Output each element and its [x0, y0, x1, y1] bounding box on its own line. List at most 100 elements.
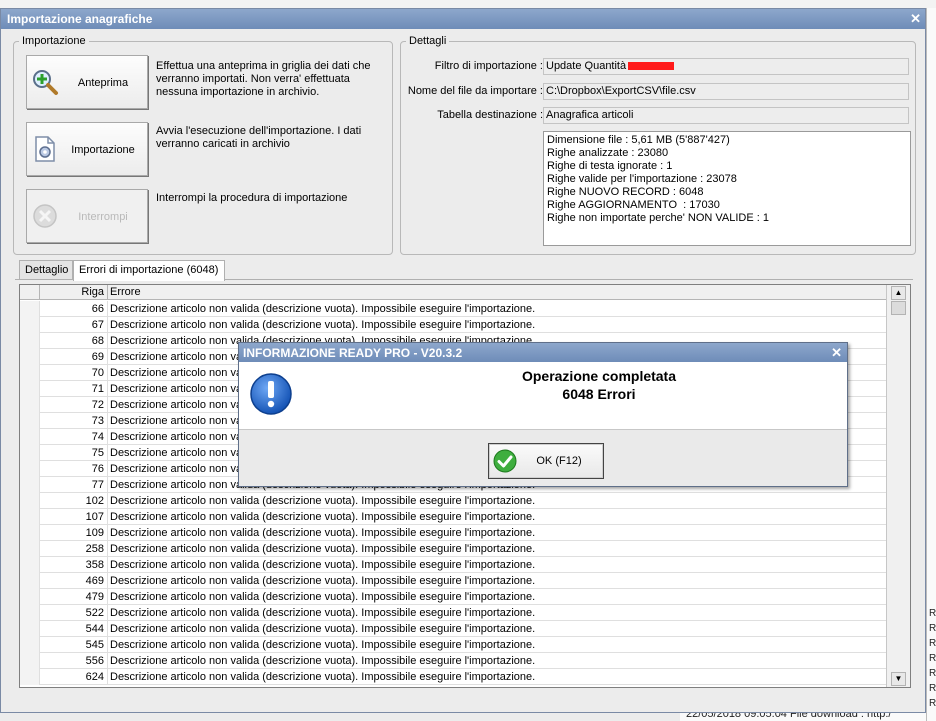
- background-tick: R: [929, 683, 936, 694]
- cell-riga: 624: [40, 669, 108, 685]
- row-selector[interactable]: [20, 525, 40, 541]
- window-close-icon[interactable]: ✕: [910, 11, 921, 27]
- row-selector[interactable]: [20, 445, 40, 461]
- table-row[interactable]: 624 Descrizione articolo non valida (desc…: [20, 669, 886, 685]
- cell-riga: 76: [40, 461, 108, 477]
- table-row[interactable]: 258 Descrizione articolo non valida (desc…: [20, 541, 886, 557]
- ok-label: OK (F12): [536, 455, 582, 467]
- background-tick: R: [929, 698, 936, 709]
- table-row[interactable]: 109 Descrizione articolo non valida (desc…: [20, 525, 886, 541]
- table-row[interactable]: 522 Descrizione articolo non valida (desc…: [20, 605, 886, 621]
- window-title: Importazione anagrafiche: [7, 12, 153, 26]
- tab-dettaglio[interactable]: Dettaglio: [19, 260, 73, 280]
- row-selector[interactable]: [20, 621, 40, 637]
- row-selector[interactable]: [20, 429, 40, 445]
- row-selector[interactable]: [20, 605, 40, 621]
- cell-riga: 71: [40, 381, 108, 397]
- cell-errore: Descrizione articolo non valida (descriz…: [110, 591, 536, 603]
- summary-line: Righe AGGIORNAMENTO : 17030: [547, 199, 720, 211]
- scroll-down-icon[interactable]: ▼: [891, 672, 906, 686]
- table-row[interactable]: 358 Descrizione articolo non valida (desc…: [20, 557, 886, 573]
- dialog-body: Operazione completata 6048 Errori: [239, 362, 847, 430]
- filtro-value: Update Quantità: [546, 60, 627, 72]
- cell-riga: 74: [40, 429, 108, 445]
- cell-errore: Descrizione articolo non valida (descriz…: [110, 511, 536, 523]
- background-tick: R: [929, 623, 936, 634]
- row-selector[interactable]: [20, 397, 40, 413]
- row-selector[interactable]: [20, 381, 40, 397]
- grid-scrollbar[interactable]: ▲ ▼: [886, 285, 910, 687]
- filtro-label: Filtro di importazione :: [434, 60, 543, 72]
- cell-riga: 469: [40, 573, 108, 589]
- row-selector[interactable]: [20, 637, 40, 653]
- cell-riga: 72: [40, 397, 108, 413]
- desktop-background: [0, 0, 936, 8]
- header-errore[interactable]: Errore: [108, 285, 886, 300]
- scroll-up-icon[interactable]: ▲: [891, 286, 906, 300]
- row-selector[interactable]: [20, 333, 40, 349]
- window-titlebar[interactable]: Importazione anagrafiche ✕: [1, 9, 925, 29]
- table-row[interactable]: 67 Descrizione articolo non valida (descr…: [20, 317, 886, 333]
- dialog-title: INFORMAZIONE READY PRO - V20.3.2: [243, 346, 463, 360]
- row-selector[interactable]: [20, 573, 40, 589]
- redacted-mark: [628, 62, 675, 71]
- anteprima-button[interactable]: Anteprima: [26, 55, 148, 109]
- cell-errore: Descrizione articolo non valida (descriz…: [110, 543, 536, 555]
- dialog-close-icon[interactable]: ✕: [831, 345, 842, 361]
- background-tick: R: [929, 608, 936, 619]
- ok-button[interactable]: OK (F12): [488, 443, 604, 479]
- row-selector[interactable]: [20, 413, 40, 429]
- cell-errore: Descrizione articolo non valida (descriz…: [110, 303, 536, 315]
- file-field: C:\Dropbox\ExportCSV\file.csv: [543, 83, 909, 100]
- row-selector[interactable]: [20, 493, 40, 509]
- row-selector[interactable]: [20, 541, 40, 557]
- row-selector[interactable]: [20, 589, 40, 605]
- row-selector[interactable]: [20, 477, 40, 493]
- check-icon: [493, 449, 517, 473]
- tab-errori-importazione[interactable]: Errori di importazione (6048): [73, 260, 225, 281]
- cell-riga: 73: [40, 413, 108, 429]
- cell-errore: Descrizione articolo non valida (descriz…: [110, 575, 536, 587]
- info-dialog: INFORMAZIONE READY PRO - V20.3.2 ✕ Opera…: [238, 342, 848, 487]
- table-row[interactable]: 107 Descrizione articolo non valida (desc…: [20, 509, 886, 525]
- importazione-description: Avvia l'esecuzione dell'importazione. I …: [156, 125, 362, 150]
- table-row[interactable]: 479 Descrizione articolo non valida (desc…: [20, 589, 886, 605]
- row-selector[interactable]: [20, 317, 40, 333]
- scroll-thumb[interactable]: [891, 301, 906, 315]
- cell-riga: 102: [40, 493, 108, 509]
- row-selector[interactable]: [20, 669, 40, 685]
- table-row[interactable]: 469 Descrizione articolo non valida (desc…: [20, 573, 886, 589]
- preview-plus-icon: [33, 70, 58, 95]
- interrompi-button[interactable]: Interrompi: [26, 189, 148, 243]
- cell-riga: 544: [40, 621, 108, 637]
- cell-errore: Descrizione articolo non valida (descriz…: [110, 559, 536, 571]
- table-row[interactable]: 66 Descrizione articolo non valida (descr…: [20, 301, 886, 317]
- cell-errore: Descrizione articolo non valida (descriz…: [110, 623, 536, 635]
- header-riga[interactable]: Riga: [40, 285, 108, 300]
- cell-errore: Descrizione articolo non valida (descriz…: [110, 607, 536, 619]
- dialog-message-line1: Operazione completata: [521, 368, 677, 384]
- cell-riga: 66: [40, 301, 108, 317]
- row-selector[interactable]: [20, 365, 40, 381]
- row-selector[interactable]: [20, 349, 40, 365]
- table-row[interactable]: 544 Descrizione articolo non valida (desc…: [20, 621, 886, 637]
- cell-errore: Descrizione articolo non valida (descriz…: [110, 655, 536, 667]
- row-selector[interactable]: [20, 301, 40, 317]
- cell-riga: 109: [40, 525, 108, 541]
- filtro-field: Update Quantità: [543, 58, 909, 75]
- table-row[interactable]: 102 Descrizione articolo non valida (desc…: [20, 493, 886, 509]
- row-selector[interactable]: [20, 557, 40, 573]
- importazione-button[interactable]: Importazione: [26, 122, 148, 176]
- row-selector[interactable]: [20, 461, 40, 477]
- row-selector[interactable]: [20, 653, 40, 669]
- summary-line: Righe valide per l'importazione : 23078: [547, 173, 737, 185]
- cell-riga: 70: [40, 365, 108, 381]
- dialog-titlebar[interactable]: INFORMAZIONE READY PRO - V20.3.2 ✕: [239, 343, 847, 362]
- background-tick: R: [929, 638, 936, 649]
- cell-errore: Descrizione articolo non valida (descriz…: [110, 527, 536, 539]
- summary-line: Righe NUOVO RECORD : 6048: [547, 186, 704, 198]
- table-row[interactable]: 556 Descrizione articolo non valida (desc…: [20, 653, 886, 669]
- summary-line: Righe non importate perche' NON VALIDE :…: [547, 212, 770, 224]
- row-selector[interactable]: [20, 509, 40, 525]
- table-row[interactable]: 545 Descrizione articolo non valida (desc…: [20, 637, 886, 653]
